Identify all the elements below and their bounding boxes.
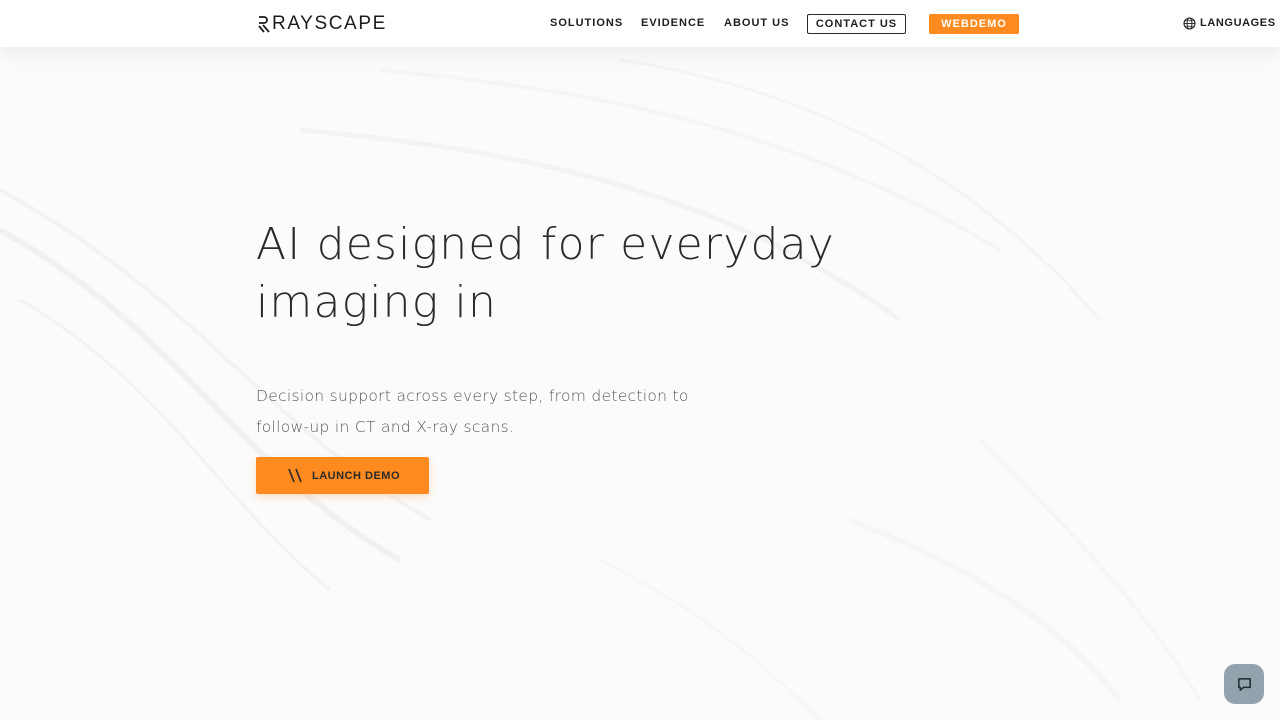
chat-bubble-icon <box>1237 677 1251 691</box>
page: RAYSCAPE SOLUTIONS EVIDENCE ABOUT US CON… <box>0 0 1280 720</box>
languages-label: LANGUAGES <box>1200 17 1276 29</box>
launch-demo-button[interactable]: LAUNCH DEMO <box>256 457 429 494</box>
nav-solutions-link[interactable]: SOLUTIONS <box>550 16 623 30</box>
globe-icon <box>1183 16 1196 30</box>
logo-mark-icon <box>258 16 270 33</box>
hero-title: AI designed for everyday imaging in <box>256 219 836 328</box>
background-waves <box>0 58 1202 720</box>
languages-selector[interactable]: LANGUAGES <box>1183 16 1276 30</box>
logo-text: RAYSCAPE <box>272 13 387 34</box>
site-header: RAYSCAPE SOLUTIONS EVIDENCE ABOUT US CON… <box>0 0 1280 47</box>
hero-subtitle: Decision support across every step, from… <box>256 387 689 436</box>
contact-us-button[interactable]: CONTACT US <box>807 14 906 34</box>
double-slash-icon <box>288 468 302 483</box>
nav-about-us-link[interactable]: ABOUT US <box>724 16 789 30</box>
nav-evidence-link[interactable]: EVIDENCE <box>641 16 705 30</box>
chat-widget-button[interactable] <box>1224 664 1264 704</box>
launch-demo-label: LAUNCH DEMO <box>312 469 400 482</box>
rayscape-logo[interactable]: RAYSCAPE <box>258 12 387 36</box>
webdemo-button[interactable]: WEBDEMO <box>929 14 1019 34</box>
